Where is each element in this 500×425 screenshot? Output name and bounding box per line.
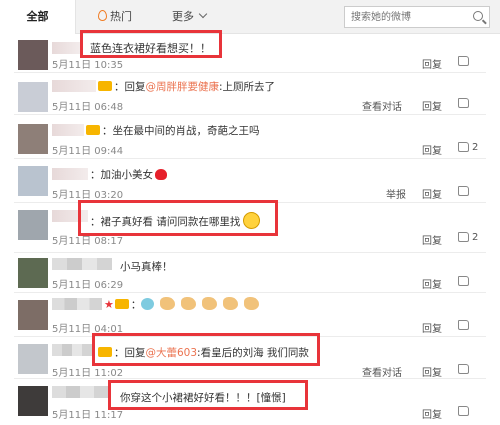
reply-button[interactable]: 回复 <box>422 364 442 379</box>
like-button[interactable] <box>458 406 472 417</box>
like-count: 2 <box>472 142 479 153</box>
thumbs-up-icon <box>458 186 469 196</box>
tab-all[interactable]: 全部 <box>0 0 76 34</box>
reply-button[interactable]: 回复 <box>422 276 442 291</box>
reply-button[interactable]: 回复 <box>422 98 442 113</box>
comment-text: ：坐在最中间的肖战，奇葩之王吗 <box>86 123 260 138</box>
user-name[interactable] <box>52 258 112 270</box>
thumbs-up-icon <box>458 232 469 242</box>
search-input[interactable] <box>345 7 465 27</box>
divider <box>14 114 486 115</box>
comment-text: ：加油小美女 <box>90 167 167 182</box>
reply-prefix: ：回复 <box>114 81 146 93</box>
avatar[interactable] <box>18 210 48 240</box>
tab-hot-label: 热门 <box>110 10 132 23</box>
divider <box>14 378 486 379</box>
thumbs-up-icon <box>458 406 469 416</box>
clap-emoji-icon <box>223 297 239 310</box>
heart-emoji-icon <box>155 169 167 180</box>
comment-text: 小马真棒！ <box>120 261 173 273</box>
comment-time: 5月11日 06:29 <box>52 280 124 291</box>
thumbs-up-icon <box>458 320 469 330</box>
thumbs-up-icon <box>458 364 469 374</box>
highlight-box <box>80 30 222 58</box>
reply-button[interactable]: 回复 <box>422 186 442 201</box>
user-name[interactable] <box>52 42 80 54</box>
comment-time: 5月11日 06:48 <box>52 102 124 113</box>
divider <box>14 252 486 253</box>
tab-more-label: 更多 <box>172 10 194 23</box>
user-name[interactable] <box>52 124 84 136</box>
star-icon: ★ <box>104 298 114 311</box>
thumbs-up-icon <box>458 276 469 286</box>
like-button[interactable] <box>458 98 472 109</box>
comment-tab-bar: 全部 热门 更多 <box>0 0 500 34</box>
reply-button[interactable]: 回复 <box>422 406 442 421</box>
user-name[interactable] <box>52 298 102 310</box>
vip-badge-icon <box>98 81 112 91</box>
tab-more[interactable]: 更多 <box>172 0 208 34</box>
avatar[interactable] <box>18 344 48 374</box>
user-name[interactable] <box>52 386 108 398</box>
thumbs-up-icon <box>458 98 469 108</box>
clap-emoji-icon <box>181 297 197 310</box>
view-conversation-button[interactable]: 查看对话 <box>362 364 402 379</box>
comment-text: ★： <box>104 297 265 312</box>
like-button[interactable] <box>458 186 472 197</box>
heart-sticker-icon <box>141 298 155 310</box>
clap-emoji-icon <box>202 297 218 310</box>
comment-time: 5月11日 09:44 <box>52 146 124 157</box>
reply-button[interactable]: 回复 <box>422 232 442 247</box>
divider <box>14 72 486 73</box>
mention-link[interactable]: @周胖胖要健康 <box>146 81 220 93</box>
view-conversation-button[interactable]: 查看对话 <box>362 98 402 113</box>
like-button[interactable] <box>458 276 472 287</box>
clap-emoji-icon <box>244 297 260 310</box>
like-button[interactable] <box>458 364 472 375</box>
search-icon[interactable] <box>473 11 483 21</box>
vip-badge-icon <box>114 299 129 309</box>
like-count: 2 <box>472 232 479 243</box>
thumbs-up-icon <box>458 142 469 152</box>
highlight-box <box>78 200 278 236</box>
reply-button[interactable]: 回复 <box>422 56 442 71</box>
reply-button[interactable]: 回复 <box>422 320 442 335</box>
like-button[interactable] <box>458 56 472 67</box>
avatar[interactable] <box>18 124 48 154</box>
tab-hot[interactable]: 热门 <box>98 0 132 34</box>
reply-button[interactable]: 回复 <box>422 142 442 157</box>
highlight-box <box>108 380 308 410</box>
search-box <box>344 6 490 28</box>
report-button[interactable]: 举报 <box>386 186 406 201</box>
like-button[interactable] <box>458 320 472 331</box>
like-button[interactable]: 2 <box>458 142 478 153</box>
avatar[interactable] <box>18 40 48 70</box>
divider <box>14 158 486 159</box>
clap-emoji-icon <box>160 297 176 310</box>
flame-icon <box>98 10 107 21</box>
comment-time: 5月11日 10:35 <box>52 60 124 71</box>
comment-time: 5月11日 11:02 <box>52 368 124 379</box>
user-name[interactable] <box>52 80 96 92</box>
user-name[interactable] <box>52 168 88 180</box>
thumbs-up-icon <box>458 56 469 66</box>
avatar[interactable] <box>18 258 48 288</box>
avatar[interactable] <box>18 82 48 112</box>
comment-time: 5月11日 03:20 <box>52 190 124 201</box>
user-name[interactable] <box>52 344 92 356</box>
comment-body: ：坐在最中间的肖战，奇葩之王吗 <box>102 125 260 137</box>
divider <box>14 292 486 293</box>
vip-badge-icon <box>86 125 100 135</box>
comment-text: ：回复@周胖胖要健康:上厕所去了 <box>98 79 275 94</box>
like-button[interactable]: 2 <box>458 232 478 243</box>
avatar[interactable] <box>18 386 48 416</box>
chevron-down-icon <box>198 9 208 19</box>
avatar[interactable] <box>18 166 48 196</box>
comment-body: ：加油小美女 <box>90 169 153 181</box>
reply-text: :上厕所去了 <box>219 81 276 93</box>
avatar[interactable] <box>18 300 48 330</box>
highlight-box <box>92 333 320 366</box>
comment-body: ： <box>130 299 142 311</box>
